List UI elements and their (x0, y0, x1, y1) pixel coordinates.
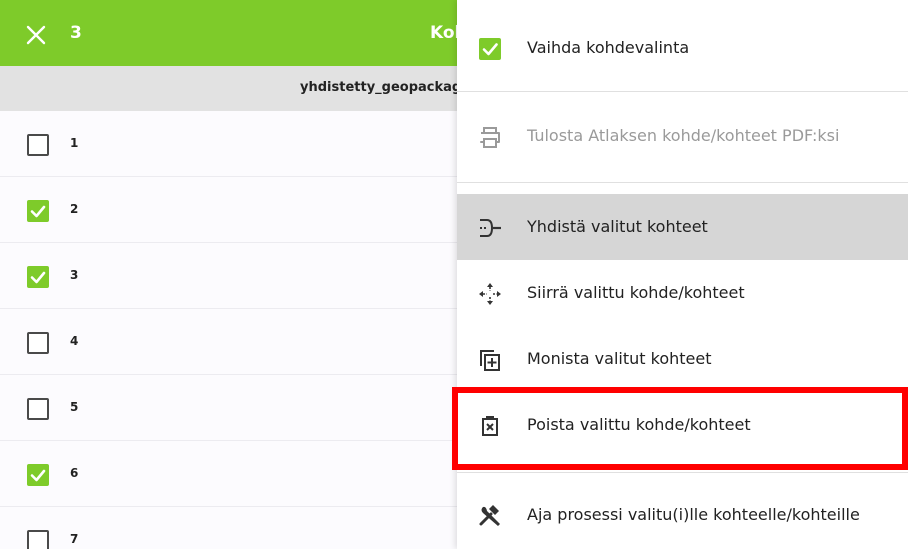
highlight-frame (452, 387, 908, 470)
checkbox-checked-icon[interactable] (27, 266, 49, 288)
menu-item-label: Siirrä valittu kohde/kohteet (527, 283, 745, 302)
divider (457, 472, 908, 473)
menu-item-run-process[interactable]: Aja prosessi valitu(i)lle kohteelle/koht… (457, 482, 908, 548)
close-icon[interactable] (25, 24, 47, 46)
selected-count: 3 (70, 23, 82, 43)
page-title: Kohteet (430, 23, 457, 43)
move-icon (479, 283, 501, 305)
layer-name: yhdistetty_geopackage (300, 80, 457, 95)
menu-item-merge[interactable]: Yhdistä valitut kohteet (457, 194, 908, 260)
feature-label: 4 (70, 334, 79, 348)
feature-label: 2 (70, 202, 79, 216)
list-item[interactable]: 1 (0, 111, 457, 177)
menu-item-move[interactable]: Siirrä valittu kohde/kohteet (457, 260, 908, 326)
list-item[interactable]: 2 (0, 177, 457, 243)
menu-item-label: Yhdistä valitut kohteet (527, 217, 708, 236)
checkbox-checked-icon[interactable] (27, 200, 49, 222)
checkbox-icon[interactable] (27, 332, 49, 354)
list-item[interactable]: 4 (0, 309, 457, 375)
duplicate-icon (480, 350, 500, 371)
merge-icon (480, 219, 501, 237)
feature-list-panel: 3 Kohteet yhdistetty_geopackage 1 2 3 4 … (0, 0, 457, 549)
feature-label: 5 (70, 400, 79, 414)
list-item[interactable]: 7 (0, 507, 457, 549)
menu-item-label: Aja prosessi valitu(i)lle kohteelle/koht… (527, 505, 860, 524)
selection-toolbar: 3 Kohteet (0, 0, 457, 66)
feature-label: 1 (70, 136, 79, 150)
menu-item-toggle-selection[interactable]: Vaihda kohdevalinta (457, 15, 908, 81)
feature-label: 6 (70, 466, 79, 480)
list-item[interactable]: 6 (0, 441, 457, 507)
divider (457, 182, 908, 183)
list-item[interactable]: 5 (0, 375, 457, 441)
feature-label: 7 (70, 532, 79, 546)
feature-rows: 1 2 3 4 5 6 7 (0, 111, 457, 549)
menu-item-print-atlas[interactable]: Tulosta Atlaksen kohde/kohteet PDF:ksi (457, 103, 908, 169)
layer-header: yhdistetty_geopackage (0, 66, 457, 111)
divider (457, 91, 908, 92)
checkbox-icon[interactable] (27, 530, 49, 549)
checkbox-icon[interactable] (27, 134, 49, 156)
checkbox-checked-icon[interactable] (27, 464, 49, 486)
menu-item-label: Tulosta Atlaksen kohde/kohteet PDF:ksi (527, 126, 840, 145)
checkbox-checked-icon (479, 38, 501, 60)
feature-label: 3 (70, 268, 79, 282)
menu-item-label: Monista valitut kohteet (527, 349, 712, 368)
printer-icon (480, 127, 500, 148)
checkbox-icon[interactable] (27, 398, 49, 420)
tools-icon (479, 505, 500, 526)
list-item[interactable]: 3 (0, 243, 457, 309)
menu-item-duplicate[interactable]: Monista valitut kohteet (457, 326, 908, 392)
menu-item-label: Vaihda kohdevalinta (527, 38, 690, 57)
